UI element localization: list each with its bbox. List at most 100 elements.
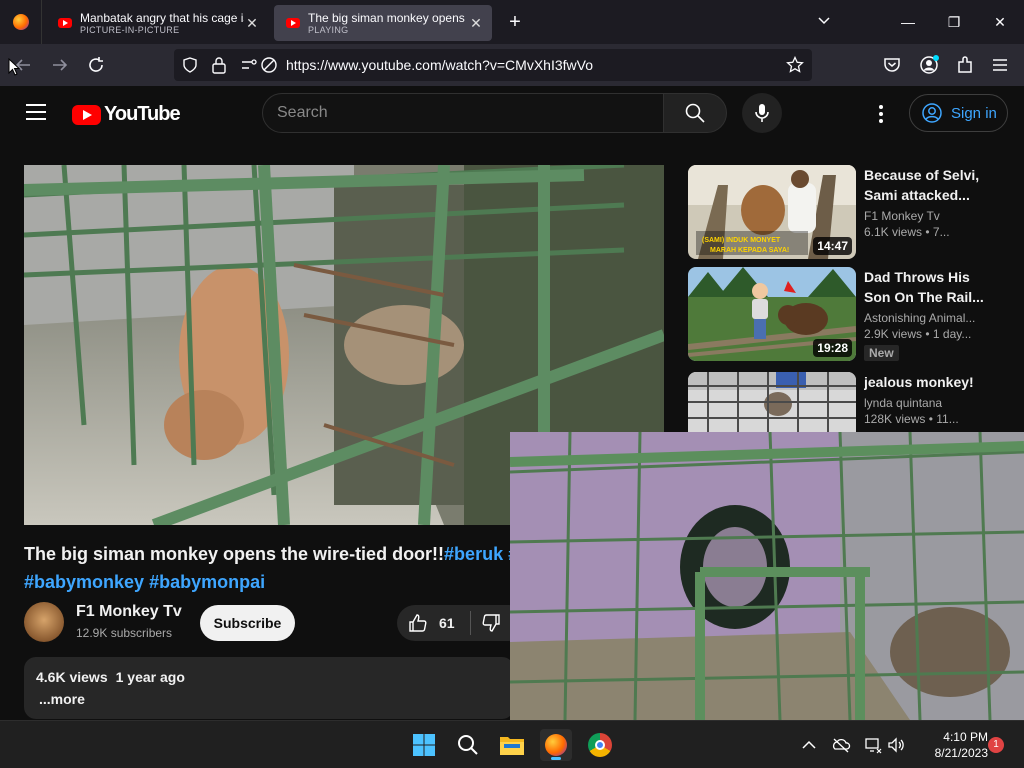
search-button[interactable] [663,93,727,133]
minimize-icon[interactable]: — [898,12,918,32]
chrome-taskbar-button[interactable] [584,729,616,761]
youtube-logo[interactable]: YouTube [72,103,181,126]
firefox-view-button[interactable] [0,0,42,44]
hashtag-link[interactable]: #babymonkey [24,572,144,592]
show-more-link[interactable]: ...more [39,691,502,707]
onedrive-offline-icon[interactable] [831,735,851,755]
firefox-taskbar-button[interactable] [540,729,572,761]
recommendation-thumbnail[interactable]: (SAMI) INDUK MONYET MARAH KEPADA SAYA! 1… [688,165,856,259]
channel-subscribers: 12.9K subscribers [76,626,173,640]
tracking-blocked-icon[interactable] [260,56,278,74]
start-button[interactable] [408,729,440,761]
permissions-icon[interactable] [240,57,258,73]
mouse-cursor-icon [8,58,20,76]
file-explorer-button[interactable] [496,729,528,761]
pip-video-frame [510,432,1024,720]
windows-start-icon [413,734,435,756]
view-meta: 4.6K views 1 year ago [36,669,502,685]
browser-nav-bar: https://www.youtube.com/watch?v=CMvXhI3f… [0,44,1024,86]
new-tab-icon[interactable]: + [505,11,525,34]
recommendation-title[interactable]: Dad Throws His Son On The Rail... [864,267,984,307]
clock-date: 8/21/2023 [934,746,988,760]
restore-icon[interactable]: ❐ [944,12,964,32]
channel-avatar[interactable] [24,602,64,642]
recommendation-item[interactable]: 19:28 Dad Throws His Son On The Rail... … [688,267,1008,361]
like-divider [470,611,471,635]
more-options-icon[interactable] [869,103,893,125]
youtube-logo-text: YouTube [104,103,181,125]
close-tab-icon[interactable]: ✕ [468,15,484,32]
search-icon [685,103,705,123]
video-duration: 19:28 [813,339,852,357]
like-dislike-group: 61 [397,605,527,641]
video-duration: 14:47 [813,237,852,255]
account-icon[interactable] [918,54,940,76]
recommendation-item[interactable]: (SAMI) INDUK MONYET MARAH KEPADA SAYA! 1… [688,165,1008,259]
system-clock[interactable]: 4:10 PM 8/21/2023 [910,729,988,761]
youtube-favicon-icon [58,18,72,28]
url-bar[interactable]: https://www.youtube.com/watch?v=CMvXhI3f… [174,49,812,81]
recommendation-channel[interactable]: lynda quintana [864,396,984,410]
network-icon[interactable] [863,735,883,755]
subscribe-button[interactable]: Subscribe [200,605,295,641]
recommendation-thumbnail[interactable] [688,372,856,432]
notification-badge[interactable]: 1 [988,737,1004,753]
lock-icon[interactable] [211,56,227,74]
video-title: The big siman monkey opens the wire-tied… [24,540,514,596]
url-text[interactable]: https://www.youtube.com/watch?v=CMvXhI3f… [286,57,593,73]
menu-icon[interactable] [989,54,1011,76]
recommendation-title[interactable]: jealous monkey! [864,372,984,392]
close-tab-icon[interactable]: ✕ [244,15,260,32]
browser-tab-strip: Manbatak angry that his cage is PICTURE-… [0,0,1024,44]
tab-pip-video[interactable]: Manbatak angry that his cage is PICTURE-… [46,5,268,41]
pocket-icon[interactable] [881,54,903,76]
forward-arrow-icon[interactable] [49,54,71,76]
show-hidden-icons-icon[interactable] [799,735,819,755]
video-title-text: The big siman monkey opens the wire-tied… [24,544,445,564]
extensions-icon[interactable] [954,54,976,76]
youtube-play-icon [72,104,101,125]
sign-in-label: Sign in [951,104,997,122]
shield-icon[interactable] [182,57,198,73]
thumbnail-caption: MARAH KEPADA SAYA! [710,247,789,254]
recommendation-title[interactable]: Because of Selvi, Sami attacked... [864,165,984,205]
recommendation-meta: 6.1K views • 7... [864,225,950,239]
tab-current-video[interactable]: The big siman monkey opens the PLAYING ✕ [274,5,492,41]
thumbnail-image [688,372,856,432]
voice-search-button[interactable] [742,93,782,133]
like-button[interactable]: 61 [407,612,455,634]
tab-subtitle: PLAYING [308,25,349,35]
recommendation-item[interactable]: jealous monkey! lynda quintana 128K view… [688,372,1008,432]
recommendation-meta: 2.9K views • 1 day... [864,327,972,341]
bookmark-star-icon[interactable] [786,56,804,74]
new-badge: New [864,345,899,361]
user-circle-icon [922,103,942,123]
hashtag-link[interactable]: #babymonpai [149,572,265,592]
firefox-icon [12,14,29,30]
channel-name[interactable]: F1 Monkey Tv [76,603,182,621]
picture-in-picture-window[interactable] [510,432,1024,720]
chrome-icon [588,733,612,757]
thumbnail-caption: (SAMI) INDUK MONYET [702,237,781,244]
taskbar-search-button[interactable] [452,729,484,761]
reload-icon[interactable] [85,54,107,76]
firefox-icon [545,734,567,756]
thumbs-up-icon [409,614,427,632]
recommendation-channel[interactable]: Astonishing Animal... [864,311,984,325]
search-box [262,93,664,133]
volume-icon[interactable] [886,735,906,755]
chevron-down-icon[interactable] [817,14,831,28]
recommendation-channel[interactable]: F1 Monkey Tv [864,209,984,223]
windows-taskbar: 4:10 PM 8/21/2023 [0,720,1024,768]
clock-time: 4:10 PM [943,730,988,744]
description-box[interactable]: 4.6K views 1 year ago ...more [24,657,514,719]
thumbs-down-icon[interactable] [480,612,502,634]
sign-in-button[interactable]: Sign in [909,94,1008,132]
youtube-favicon-icon [286,18,300,28]
close-window-icon[interactable]: ✕ [990,12,1010,32]
search-input[interactable] [277,94,657,132]
recommendation-thumbnail[interactable]: 19:28 [688,267,856,361]
upload-age: 1 year ago [115,669,185,685]
hamburger-menu-icon[interactable] [26,104,46,120]
hashtag-link[interactable]: #beruk [444,544,503,564]
